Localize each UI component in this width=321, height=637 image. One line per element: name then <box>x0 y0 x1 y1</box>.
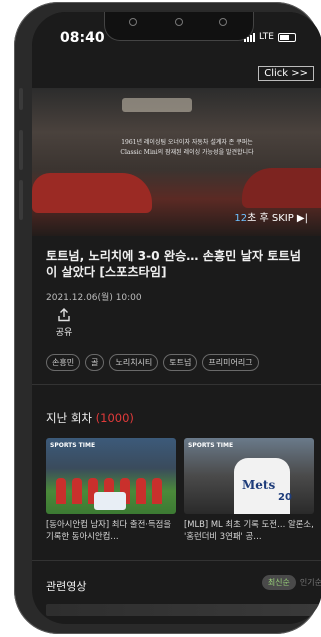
video-frame-detail <box>122 98 192 112</box>
video-caption: 1961년 레이싱팀 오너이자 자동차 설계자 존 쿠퍼는 Classic Mi… <box>120 139 254 156</box>
tag-chip[interactable]: 노리치시티 <box>109 354 159 371</box>
divider <box>32 560 321 561</box>
network-label: LTE <box>259 32 274 42</box>
status-indicators: LTE <box>244 32 296 42</box>
share-button[interactable]: 공유 <box>52 308 76 338</box>
skip-label: 초 후 SKIP ▶| <box>247 213 308 224</box>
skip-seconds: 12 <box>234 213 248 224</box>
tag-chip[interactable]: 프리미어리그 <box>202 354 259 371</box>
episode-count: (1000) <box>95 411 134 425</box>
ad-bar: Click >> <box>32 64 321 86</box>
episode-title: [MLB] ML 최초 기록 도전… 알론소, '홈런더비 3연패' 공… <box>184 519 314 541</box>
notch <box>104 12 254 41</box>
video-frame-detail <box>242 168 321 208</box>
related-videos-heading: 관련영상 <box>46 580 87 593</box>
episode-card[interactable]: SPORTS TIME Mets 20 [MLB] ML 최초 기록 도전… 알… <box>184 438 314 542</box>
ad-click-button[interactable]: Click >> <box>258 66 314 81</box>
video-player[interactable]: 1961년 레이싱팀 오너이자 자동차 설계자 존 쿠퍼는 Classic Mi… <box>32 88 321 236</box>
article-date: 2021.12.06(월) 10:00 <box>46 293 142 303</box>
previous-episodes-heading: 지난 회차 (1000) <box>46 411 134 425</box>
tag-list: 손흥민 골 노리치시티 토트넘 프리미어리그 <box>46 354 259 371</box>
signal-icon <box>244 32 256 42</box>
share-label: 공유 <box>55 328 73 338</box>
video-frame-detail <box>32 173 152 213</box>
sort-latest-button[interactable]: 최신순 <box>261 575 296 590</box>
tag-chip[interactable]: 토트넘 <box>163 354 198 371</box>
brand-logo: SPORTS TIME <box>188 442 234 449</box>
skip-ad-button[interactable]: 12초 후 SKIP ▶| <box>234 209 308 224</box>
episode-thumbnail: SPORTS TIME <box>46 438 176 514</box>
battery-icon <box>278 32 296 42</box>
status-bar: 08:40 LTE <box>32 12 321 62</box>
side-button <box>19 180 23 220</box>
previous-episodes-list: SPORTS TIME [동아시안컵 남자] 최다 출전·득점을 기록한 동아시… <box>46 438 314 542</box>
team-emblem-icon <box>94 492 126 510</box>
share-icon <box>58 308 70 322</box>
article-title: 토트넘, 노리치에 3-0 완승… 손흥민 날자 토트넘이 살았다 [스포츠타임… <box>46 249 301 279</box>
tag-chip[interactable]: 골 <box>85 354 105 371</box>
sort-toggle: 최신순 인기순 <box>261 575 321 590</box>
episode-title: [동아시안컵 남자] 최다 출전·득점을 기록한 동아시안컵… <box>46 519 172 541</box>
related-video-preview[interactable] <box>46 604 321 616</box>
screen: 08:40 LTE Click >> 1961년 레이싱팀 오너이자 자동차 설… <box>32 12 321 624</box>
sort-popular-button[interactable]: 인기순 <box>300 577 321 588</box>
side-button <box>19 130 23 170</box>
tag-chip[interactable]: 손흥민 <box>46 354 81 371</box>
brand-logo: SPORTS TIME <box>50 442 96 449</box>
jersey-number: 20 <box>278 492 292 503</box>
team-logo: Mets <box>242 478 276 492</box>
divider <box>32 384 321 385</box>
side-button <box>19 88 23 110</box>
episode-thumbnail: SPORTS TIME Mets 20 <box>184 438 314 514</box>
status-time: 08:40 <box>60 30 105 46</box>
episode-card[interactable]: SPORTS TIME [동아시안컵 남자] 최다 출전·득점을 기록한 동아시… <box>46 438 176 542</box>
